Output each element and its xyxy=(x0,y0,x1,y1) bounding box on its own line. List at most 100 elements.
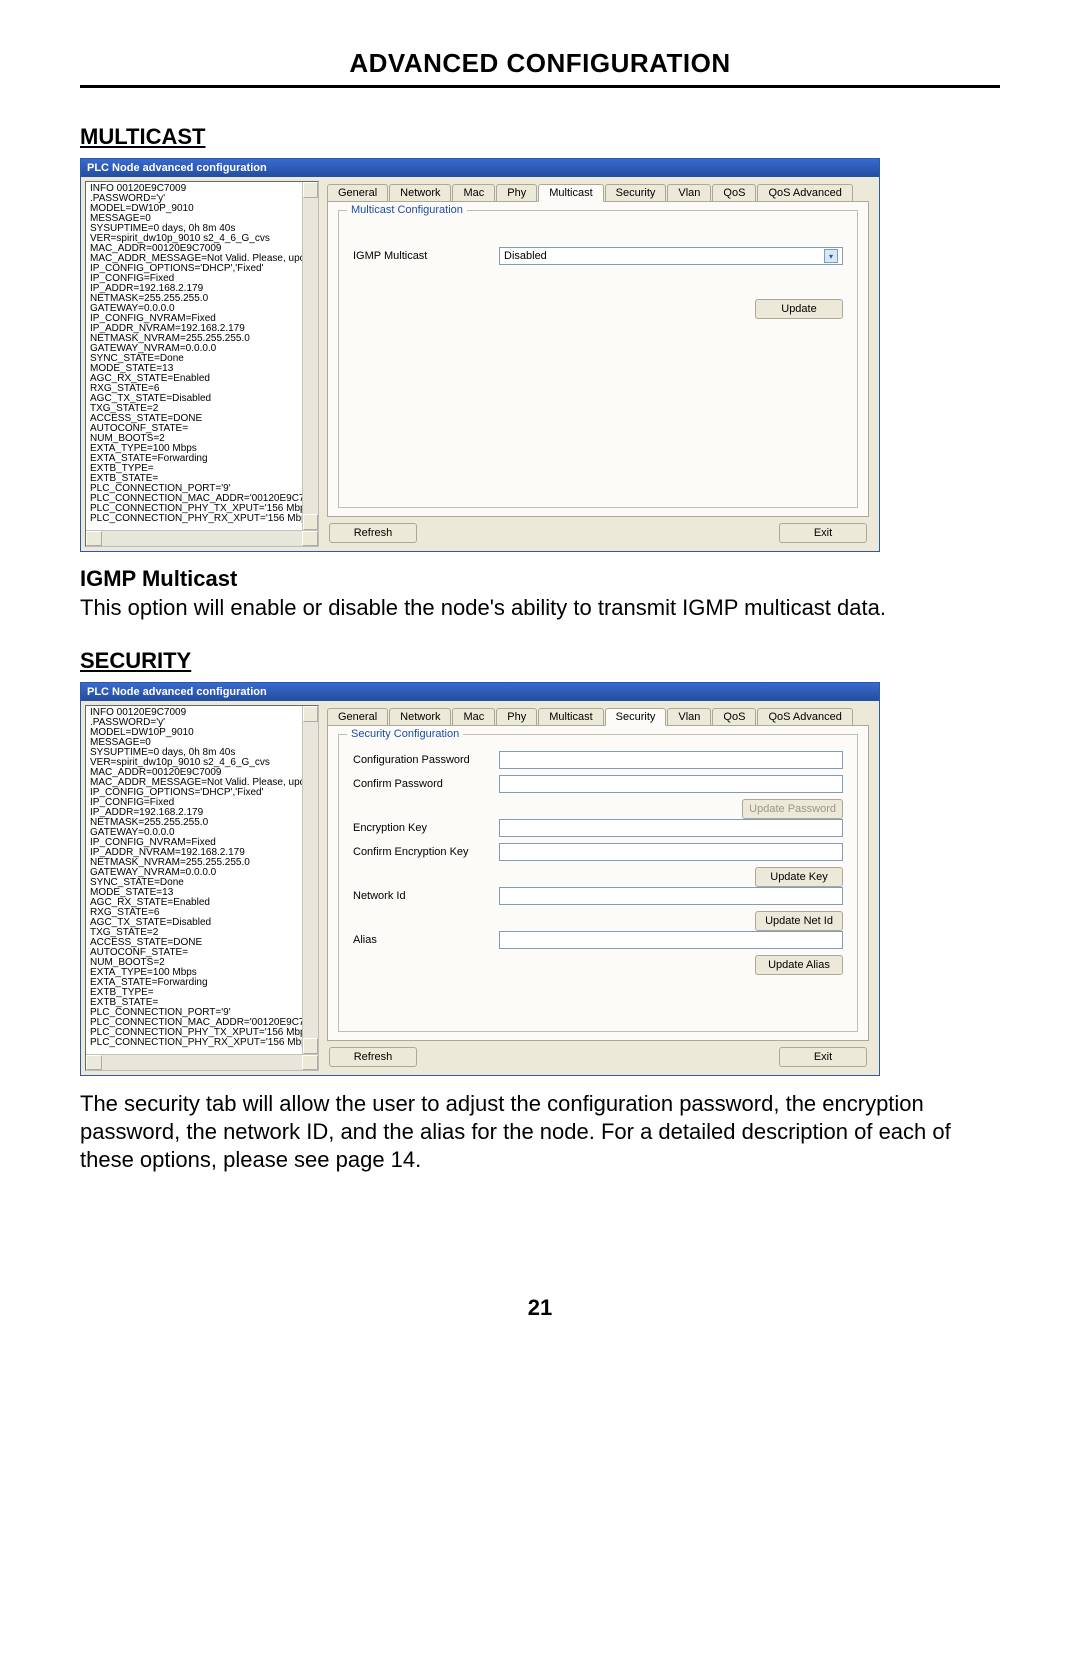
config-password-label: Configuration Password xyxy=(353,754,499,766)
tab-security[interactable]: Security xyxy=(605,184,667,202)
dialog-right-2: GeneralNetworkMacPhyMulticastSecurityVla… xyxy=(323,701,879,1075)
scroll-right-icon[interactable] xyxy=(302,1055,318,1070)
igmp-select[interactable]: Disabled ▾ xyxy=(499,247,843,265)
tab-vlan[interactable]: Vlan xyxy=(667,708,711,726)
dialog-title: PLC Node advanced configuration xyxy=(81,159,879,177)
tab-security[interactable]: Security xyxy=(605,708,667,726)
confirm-password-label: Confirm Password xyxy=(353,778,499,790)
info-list: INFO 00120E9C7009.PASSWORD='y'MODEL=DW10… xyxy=(86,182,318,526)
page-title: ADVANCED CONFIGURATION xyxy=(80,48,1000,79)
tab-qos-advanced[interactable]: QoS Advanced xyxy=(757,708,852,726)
igmp-text: This option will enable or disable the n… xyxy=(80,594,1000,622)
update-key-row: Update Key xyxy=(353,867,843,887)
tab-mac[interactable]: Mac xyxy=(452,184,495,202)
alias-input[interactable] xyxy=(499,931,843,949)
dialog-bottom-bar: Refresh Exit xyxy=(327,517,869,545)
tab-phy[interactable]: Phy xyxy=(496,184,537,202)
confirm-password-input[interactable] xyxy=(499,775,843,793)
dialog-body-2: INFO 00120E9C7009.PASSWORD='y'MODEL=DW10… xyxy=(81,701,879,1075)
vertical-scrollbar[interactable] xyxy=(302,182,318,530)
security-tab-panel: Security Configuration Configuration Pas… xyxy=(327,725,869,1041)
tab-general[interactable]: General xyxy=(327,184,388,202)
encryption-key-row: Encryption Key xyxy=(353,819,843,837)
confirm-encryption-label: Confirm Encryption Key xyxy=(353,846,499,858)
security-dialog: PLC Node advanced configuration INFO 001… xyxy=(80,682,880,1076)
dialog-bottom-bar-2: Refresh Exit xyxy=(327,1041,869,1069)
tab-network[interactable]: Network xyxy=(389,184,451,202)
update-button[interactable]: Update xyxy=(755,299,843,319)
confirm-password-row: Confirm Password xyxy=(353,775,843,793)
title-rule xyxy=(80,85,1000,88)
page-number: 21 xyxy=(80,1295,1000,1321)
tab-general[interactable]: General xyxy=(327,708,388,726)
alias-row: Alias xyxy=(353,931,843,949)
refresh-button[interactable]: Refresh xyxy=(329,523,417,543)
update-netid-row: Update Net Id xyxy=(353,911,843,931)
info-list: INFO 00120E9C7009.PASSWORD='y'MODEL=DW10… xyxy=(86,706,318,1050)
igmp-label: IGMP Multicast xyxy=(353,250,499,262)
vertical-scrollbar[interactable] xyxy=(302,706,318,1054)
security-heading: SECURITY xyxy=(80,648,1000,674)
security-legend: Security Configuration xyxy=(347,728,463,740)
tab-qos[interactable]: QoS xyxy=(712,708,756,726)
tab-bar-2: GeneralNetworkMacPhyMulticastSecurityVla… xyxy=(327,707,869,725)
tab-qos-advanced[interactable]: QoS Advanced xyxy=(757,184,852,202)
igmp-select-value: Disabled xyxy=(504,250,547,262)
tab-mac[interactable]: Mac xyxy=(452,708,495,726)
tab-qos[interactable]: QoS xyxy=(712,184,756,202)
igmp-subheading: IGMP Multicast xyxy=(80,566,1000,592)
chevron-down-icon[interactable]: ▾ xyxy=(824,249,838,263)
network-id-input[interactable] xyxy=(499,887,843,905)
horizontal-scrollbar[interactable] xyxy=(86,1054,318,1070)
network-id-row: Network Id xyxy=(353,887,843,905)
update-password-button[interactable]: Update Password xyxy=(742,799,843,819)
update-alias-button[interactable]: Update Alias xyxy=(755,955,843,975)
info-line: PLC_CONNECTION_PHY_RX_XPUT='156 Mbp xyxy=(90,514,314,524)
alias-label: Alias xyxy=(353,934,499,946)
update-key-button[interactable]: Update Key xyxy=(755,867,843,887)
multicast-dialog: PLC Node advanced configuration INFO 001… xyxy=(80,158,880,552)
scroll-left-icon[interactable] xyxy=(86,1055,102,1070)
tab-multicast[interactable]: Multicast xyxy=(538,708,603,726)
scroll-up-icon[interactable] xyxy=(303,182,318,198)
update-netid-button[interactable]: Update Net Id xyxy=(755,911,843,931)
info-panel: INFO 00120E9C7009.PASSWORD='y'MODEL=DW10… xyxy=(85,181,319,547)
tab-multicast[interactable]: Multicast xyxy=(538,184,603,202)
dialog-body: INFO 00120E9C7009.PASSWORD='y'MODEL=DW10… xyxy=(81,177,879,551)
update-row: Update xyxy=(353,299,843,319)
security-fieldset: Security Configuration Configuration Pas… xyxy=(338,734,858,1032)
exit-button[interactable]: Exit xyxy=(779,523,867,543)
security-text: The security tab will allow the user to … xyxy=(80,1090,1000,1174)
multicast-tab-panel: Multicast Configuration IGMP Multicast D… xyxy=(327,201,869,517)
confirm-encryption-input[interactable] xyxy=(499,843,843,861)
config-password-row: Configuration Password xyxy=(353,751,843,769)
multicast-heading: MULTICAST xyxy=(80,124,1000,150)
info-panel-2: INFO 00120E9C7009.PASSWORD='y'MODEL=DW10… xyxy=(85,705,319,1071)
scroll-down-icon[interactable] xyxy=(303,1038,318,1054)
update-alias-row: Update Alias xyxy=(353,955,843,975)
scroll-right-icon[interactable] xyxy=(302,531,318,546)
update-password-row: Update Password xyxy=(353,799,843,819)
document-page: ADVANCED CONFIGURATION MULTICAST PLC Nod… xyxy=(0,0,1080,1361)
confirm-encryption-row: Confirm Encryption Key xyxy=(353,843,843,861)
horizontal-scrollbar[interactable] xyxy=(86,530,318,546)
multicast-legend: Multicast Configuration xyxy=(347,204,467,216)
info-line: PLC_CONNECTION_PHY_RX_XPUT='156 Mbp xyxy=(90,1038,314,1048)
tab-vlan[interactable]: Vlan xyxy=(667,184,711,202)
encryption-key-input[interactable] xyxy=(499,819,843,837)
tab-network[interactable]: Network xyxy=(389,708,451,726)
dialog-right: GeneralNetworkMacPhyMulticastSecurityVla… xyxy=(323,177,879,551)
scroll-left-icon[interactable] xyxy=(86,531,102,546)
igmp-row: IGMP Multicast Disabled ▾ xyxy=(353,247,843,265)
tab-phy[interactable]: Phy xyxy=(496,708,537,726)
scroll-down-icon[interactable] xyxy=(303,514,318,530)
exit-button[interactable]: Exit xyxy=(779,1047,867,1067)
network-id-label: Network Id xyxy=(353,890,499,902)
tab-bar: GeneralNetworkMacPhyMulticastSecurityVla… xyxy=(327,183,869,201)
dialog-title-2: PLC Node advanced configuration xyxy=(81,683,879,701)
encryption-key-label: Encryption Key xyxy=(353,822,499,834)
multicast-fieldset: Multicast Configuration IGMP Multicast D… xyxy=(338,210,858,508)
scroll-up-icon[interactable] xyxy=(303,706,318,722)
refresh-button[interactable]: Refresh xyxy=(329,1047,417,1067)
config-password-input[interactable] xyxy=(499,751,843,769)
